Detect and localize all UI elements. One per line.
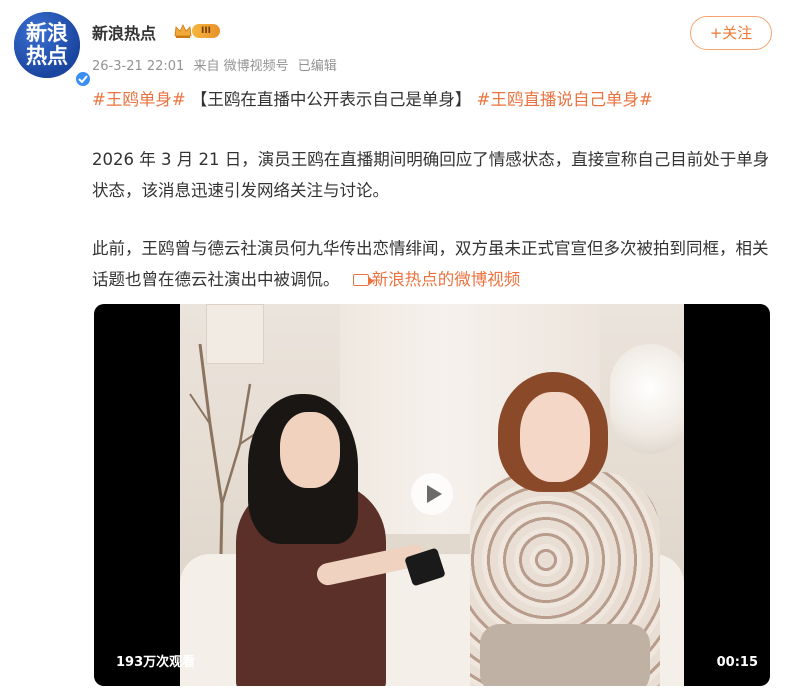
avatar-text-line1: 新浪 — [26, 21, 68, 45]
post-headline: 【王鸥在直播中公开表示自己是单身】 — [190, 90, 472, 109]
post-meta: 26-3-21 22:01 来自 微博视频号 已编辑 — [92, 55, 342, 74]
video-link[interactable]: 新浪热点的微博视频 — [345, 270, 521, 289]
post-title-line: #王鸥单身# 【王鸥在直播中公开表示自己是单身】 #王鸥直播说自己单身# — [92, 84, 782, 115]
person-left-face — [280, 412, 340, 488]
post-paragraph-2: 此前，王鸥曾与德云社演员何九华传出恋情绯闻，双方虽未正式官宣但多次被拍到同框，相… — [92, 233, 782, 295]
crown-icon[interactable]: III — [174, 22, 220, 40]
post-source: 来自 微博视频号 — [193, 59, 289, 74]
lamp — [610, 344, 684, 454]
author-name[interactable]: 新浪热点 — [92, 20, 156, 44]
post-paragraph-1: 2026 年 3 月 21 日，演员王鸥在直播期间明确回应了情感状态，直接宣称自… — [92, 150, 770, 200]
video-link-label: 新浪热点的微博视频 — [371, 270, 521, 289]
person-right-face — [520, 392, 590, 482]
video-duration: 00:15 — [716, 655, 758, 670]
view-count: 193万次观看 — [116, 655, 196, 670]
video-link-icon — [352, 274, 374, 286]
play-icon[interactable] — [411, 473, 453, 515]
level-badge: III — [192, 24, 220, 38]
person-right-pants — [480, 624, 650, 686]
hashtag-1[interactable]: #王鸥单身# — [92, 90, 186, 109]
edited-label[interactable]: 已编辑 — [298, 59, 337, 74]
video-player[interactable]: 193万次观看 00:15 — [94, 304, 770, 686]
avatar-logo: 新浪 热点 — [14, 12, 80, 78]
verified-icon — [74, 70, 92, 88]
avatar[interactable]: 新浪 热点 — [14, 12, 92, 88]
follow-button[interactable]: +关注 — [690, 16, 772, 50]
hashtag-2[interactable]: #王鸥直播说自己单身# — [477, 90, 653, 109]
post-time[interactable]: 26-3-21 22:01 — [92, 59, 184, 74]
avatar-text-line2: 热点 — [26, 44, 68, 68]
